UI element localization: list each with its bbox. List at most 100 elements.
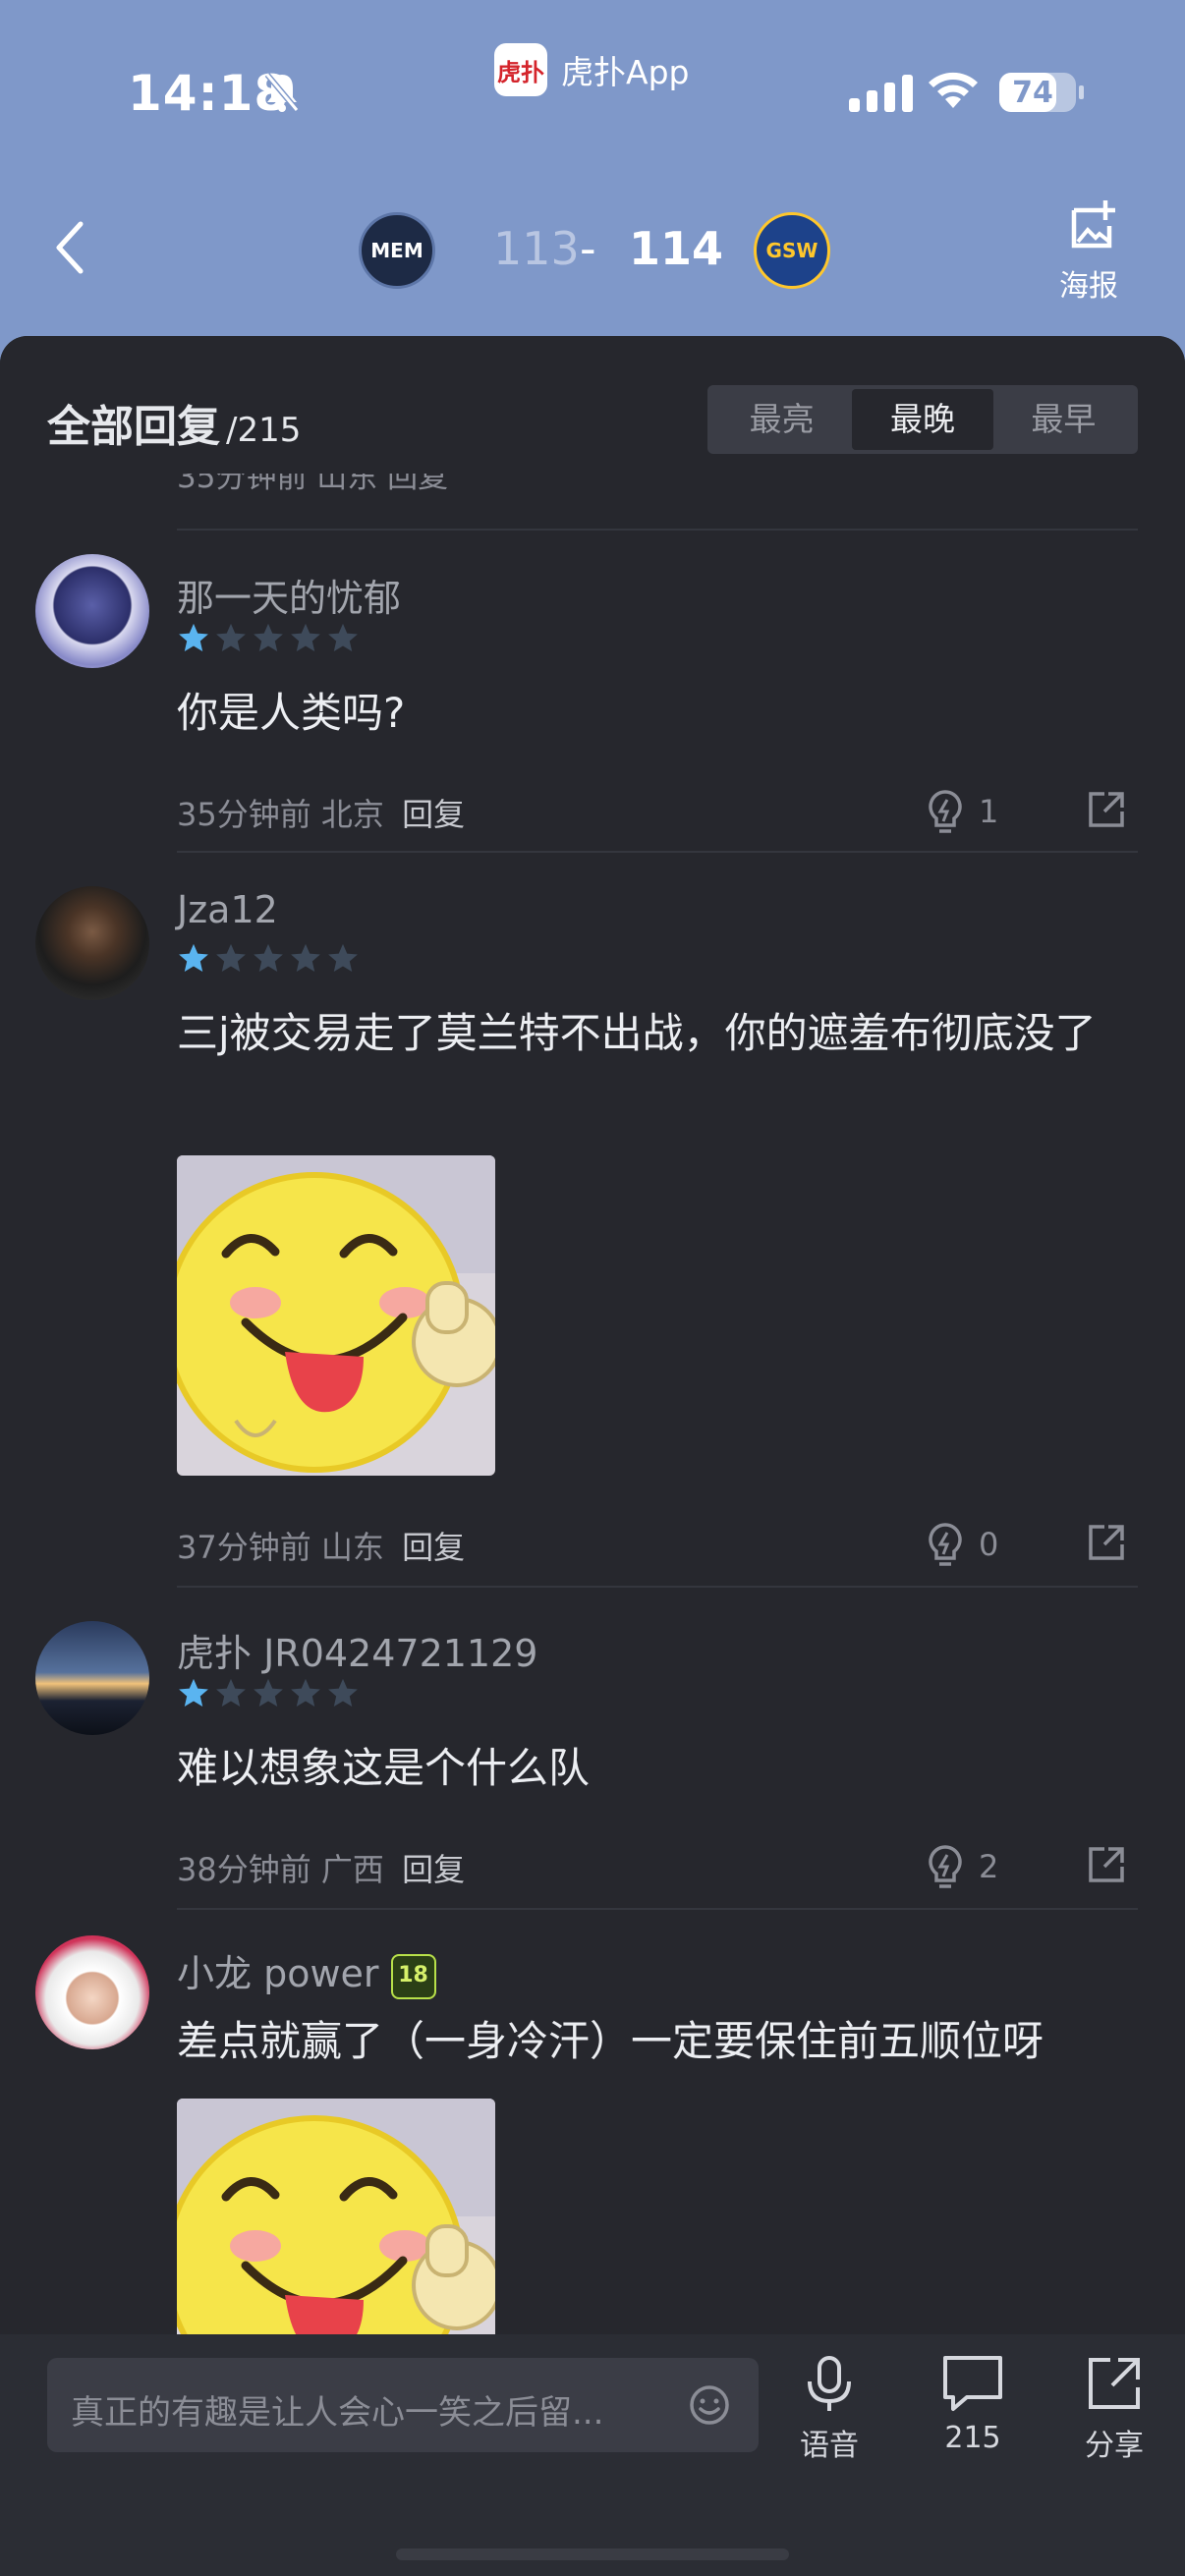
like-button[interactable]: 0 bbox=[924, 1521, 998, 1568]
rating-stars bbox=[177, 941, 360, 975]
away-score: 114 bbox=[629, 222, 724, 275]
star-icon bbox=[179, 1678, 208, 1708]
comment-text: 你是人类吗? bbox=[177, 689, 406, 737]
comment-input-placeholder: 真正的有趣是让人会心一笑之后留... bbox=[71, 2393, 604, 2433]
reply-count: /215 bbox=[226, 411, 302, 450]
username[interactable]: 小龙 power 18 bbox=[177, 1943, 436, 1999]
comment-location: 北京 bbox=[320, 796, 384, 833]
poster-label[interactable]: 海报 bbox=[1059, 261, 1118, 305]
rating-stars bbox=[177, 621, 360, 654]
hupu-logo: 虎扑 bbox=[494, 43, 547, 96]
app-name: 虎扑App bbox=[561, 53, 690, 91]
battery-level: 74 bbox=[1012, 76, 1053, 110]
comment-text: 难以想象这是个什么队 bbox=[177, 1744, 591, 1792]
panel-header: 全部回复/215 最亮 最晚 最早 bbox=[0, 336, 1185, 474]
sort-option-earliest[interactable]: 最早 bbox=[993, 389, 1134, 450]
home-indicator bbox=[396, 2548, 789, 2560]
away-team-logo[interactable]: GSW bbox=[754, 212, 830, 289]
comment-text: 差点就赢了（一身冷汗）一定要保住前五顺位呀 bbox=[177, 2017, 1044, 2065]
avatar[interactable] bbox=[35, 1935, 149, 2049]
like-count: 1 bbox=[979, 793, 999, 830]
rating-stars bbox=[177, 1676, 360, 1709]
battery-icon: 74 bbox=[999, 73, 1084, 112]
divider bbox=[177, 1908, 1138, 1910]
cellular-signal-icon bbox=[849, 75, 913, 112]
reply-button[interactable]: 回复 bbox=[402, 796, 465, 833]
star-icon bbox=[179, 943, 208, 973]
lightbulb-icon bbox=[929, 1523, 962, 1566]
bottom-bar: 真正的有趣是让人会心一笑之后留... 语音 215 分享 bbox=[0, 2334, 1185, 2576]
comment-meta: 35分钟前 北京 回复 bbox=[177, 790, 465, 835]
comment-meta: 37分钟前 山东 回复 bbox=[177, 1523, 465, 1568]
back-arrow-icon[interactable] bbox=[51, 218, 86, 277]
microphone-icon bbox=[808, 2356, 851, 2411]
score-separator: - bbox=[580, 222, 596, 275]
lightbulb-icon bbox=[929, 790, 962, 833]
username[interactable]: Jza12 bbox=[177, 888, 278, 931]
comment-text: 三j被交易走了莫兰特不出战，你的遮羞布彻底没了 bbox=[177, 1009, 1097, 1057]
comment-meta: 38分钟前 广西 回复 bbox=[177, 1845, 465, 1890]
voice-label: 语音 bbox=[800, 2429, 859, 2463]
avatar[interactable] bbox=[35, 886, 149, 1000]
share-icon bbox=[1089, 2358, 1140, 2409]
share-button[interactable]: 分享 bbox=[1055, 2354, 1173, 2464]
laughing-emoji-sticker bbox=[177, 1155, 495, 1476]
star-icon bbox=[291, 943, 320, 973]
star-icon bbox=[216, 1678, 246, 1708]
emoji-icon[interactable] bbox=[688, 2383, 731, 2427]
username[interactable]: 那一天的忧郁 bbox=[177, 568, 401, 622]
share-icon[interactable] bbox=[1087, 790, 1126, 829]
avatar[interactable] bbox=[35, 554, 149, 668]
avatar[interactable] bbox=[35, 1621, 149, 1735]
username[interactable]: 虎扑 JR0424721129 bbox=[177, 1623, 537, 1677]
divider bbox=[177, 851, 1138, 853]
star-icon bbox=[328, 943, 358, 973]
poster-image-icon[interactable] bbox=[1059, 196, 1128, 252]
comments-panel: 35分钟前 山东 回复 那一天的忧郁 你是人类吗? 35分钟前 北京 回复 1 bbox=[0, 336, 1185, 2576]
star-icon bbox=[291, 1678, 320, 1708]
app-indicator[interactable]: 虎扑 虎扑App bbox=[494, 43, 689, 96]
wifi-icon bbox=[929, 72, 978, 108]
comment-time: 38分钟前 bbox=[177, 1851, 311, 1888]
share-label: 分享 bbox=[1085, 2429, 1144, 2463]
star-icon bbox=[328, 623, 358, 652]
like-count: 0 bbox=[979, 1526, 999, 1563]
like-button[interactable]: 1 bbox=[924, 788, 998, 835]
mute-bell-icon bbox=[264, 73, 300, 112]
reply-button[interactable]: 回复 bbox=[402, 1529, 465, 1566]
sticker-image[interactable] bbox=[177, 1155, 495, 1476]
comment-bubble-icon bbox=[943, 2356, 1002, 2411]
panel-title: 全部回复/215 bbox=[47, 391, 301, 454]
comment-time: 35分钟前 bbox=[177, 796, 311, 833]
star-icon bbox=[254, 623, 283, 652]
star-icon bbox=[254, 943, 283, 973]
share-icon[interactable] bbox=[1087, 1845, 1126, 1884]
star-icon bbox=[328, 1678, 358, 1708]
like-button[interactable]: 2 bbox=[924, 1843, 998, 1890]
like-count: 2 bbox=[979, 1848, 999, 1885]
reply-button[interactable]: 回复 bbox=[402, 1851, 465, 1888]
comment-location: 广西 bbox=[320, 1851, 384, 1888]
sort-option-brightest[interactable]: 最亮 bbox=[711, 389, 852, 450]
home-team-logo[interactable]: MEM bbox=[359, 212, 435, 289]
divider bbox=[177, 1586, 1138, 1588]
star-icon bbox=[216, 943, 246, 973]
status-bar: 14:18 虎扑 虎扑App 74 bbox=[0, 0, 1185, 187]
voice-button[interactable]: 语音 bbox=[770, 2354, 888, 2464]
comment-time: 37分钟前 bbox=[177, 1529, 311, 1566]
divider bbox=[177, 529, 1138, 531]
sort-option-latest[interactable]: 最晚 bbox=[852, 389, 993, 450]
comments-count-label: 215 bbox=[944, 2421, 1001, 2455]
username-text: 小龙 power bbox=[177, 1952, 379, 1995]
star-icon bbox=[254, 1678, 283, 1708]
lightbulb-icon bbox=[929, 1845, 962, 1888]
share-icon[interactable] bbox=[1087, 1523, 1126, 1562]
comment-input[interactable]: 真正的有趣是让人会心一笑之后留... bbox=[47, 2358, 759, 2452]
panel-title-text: 全部回复 bbox=[47, 402, 220, 452]
home-score: 113 bbox=[493, 222, 580, 275]
star-icon bbox=[291, 623, 320, 652]
comment-location: 山东 bbox=[320, 1529, 384, 1566]
star-icon bbox=[179, 623, 208, 652]
level-badge: 18 bbox=[390, 1953, 436, 1999]
comments-button[interactable]: 215 bbox=[914, 2354, 1032, 2455]
